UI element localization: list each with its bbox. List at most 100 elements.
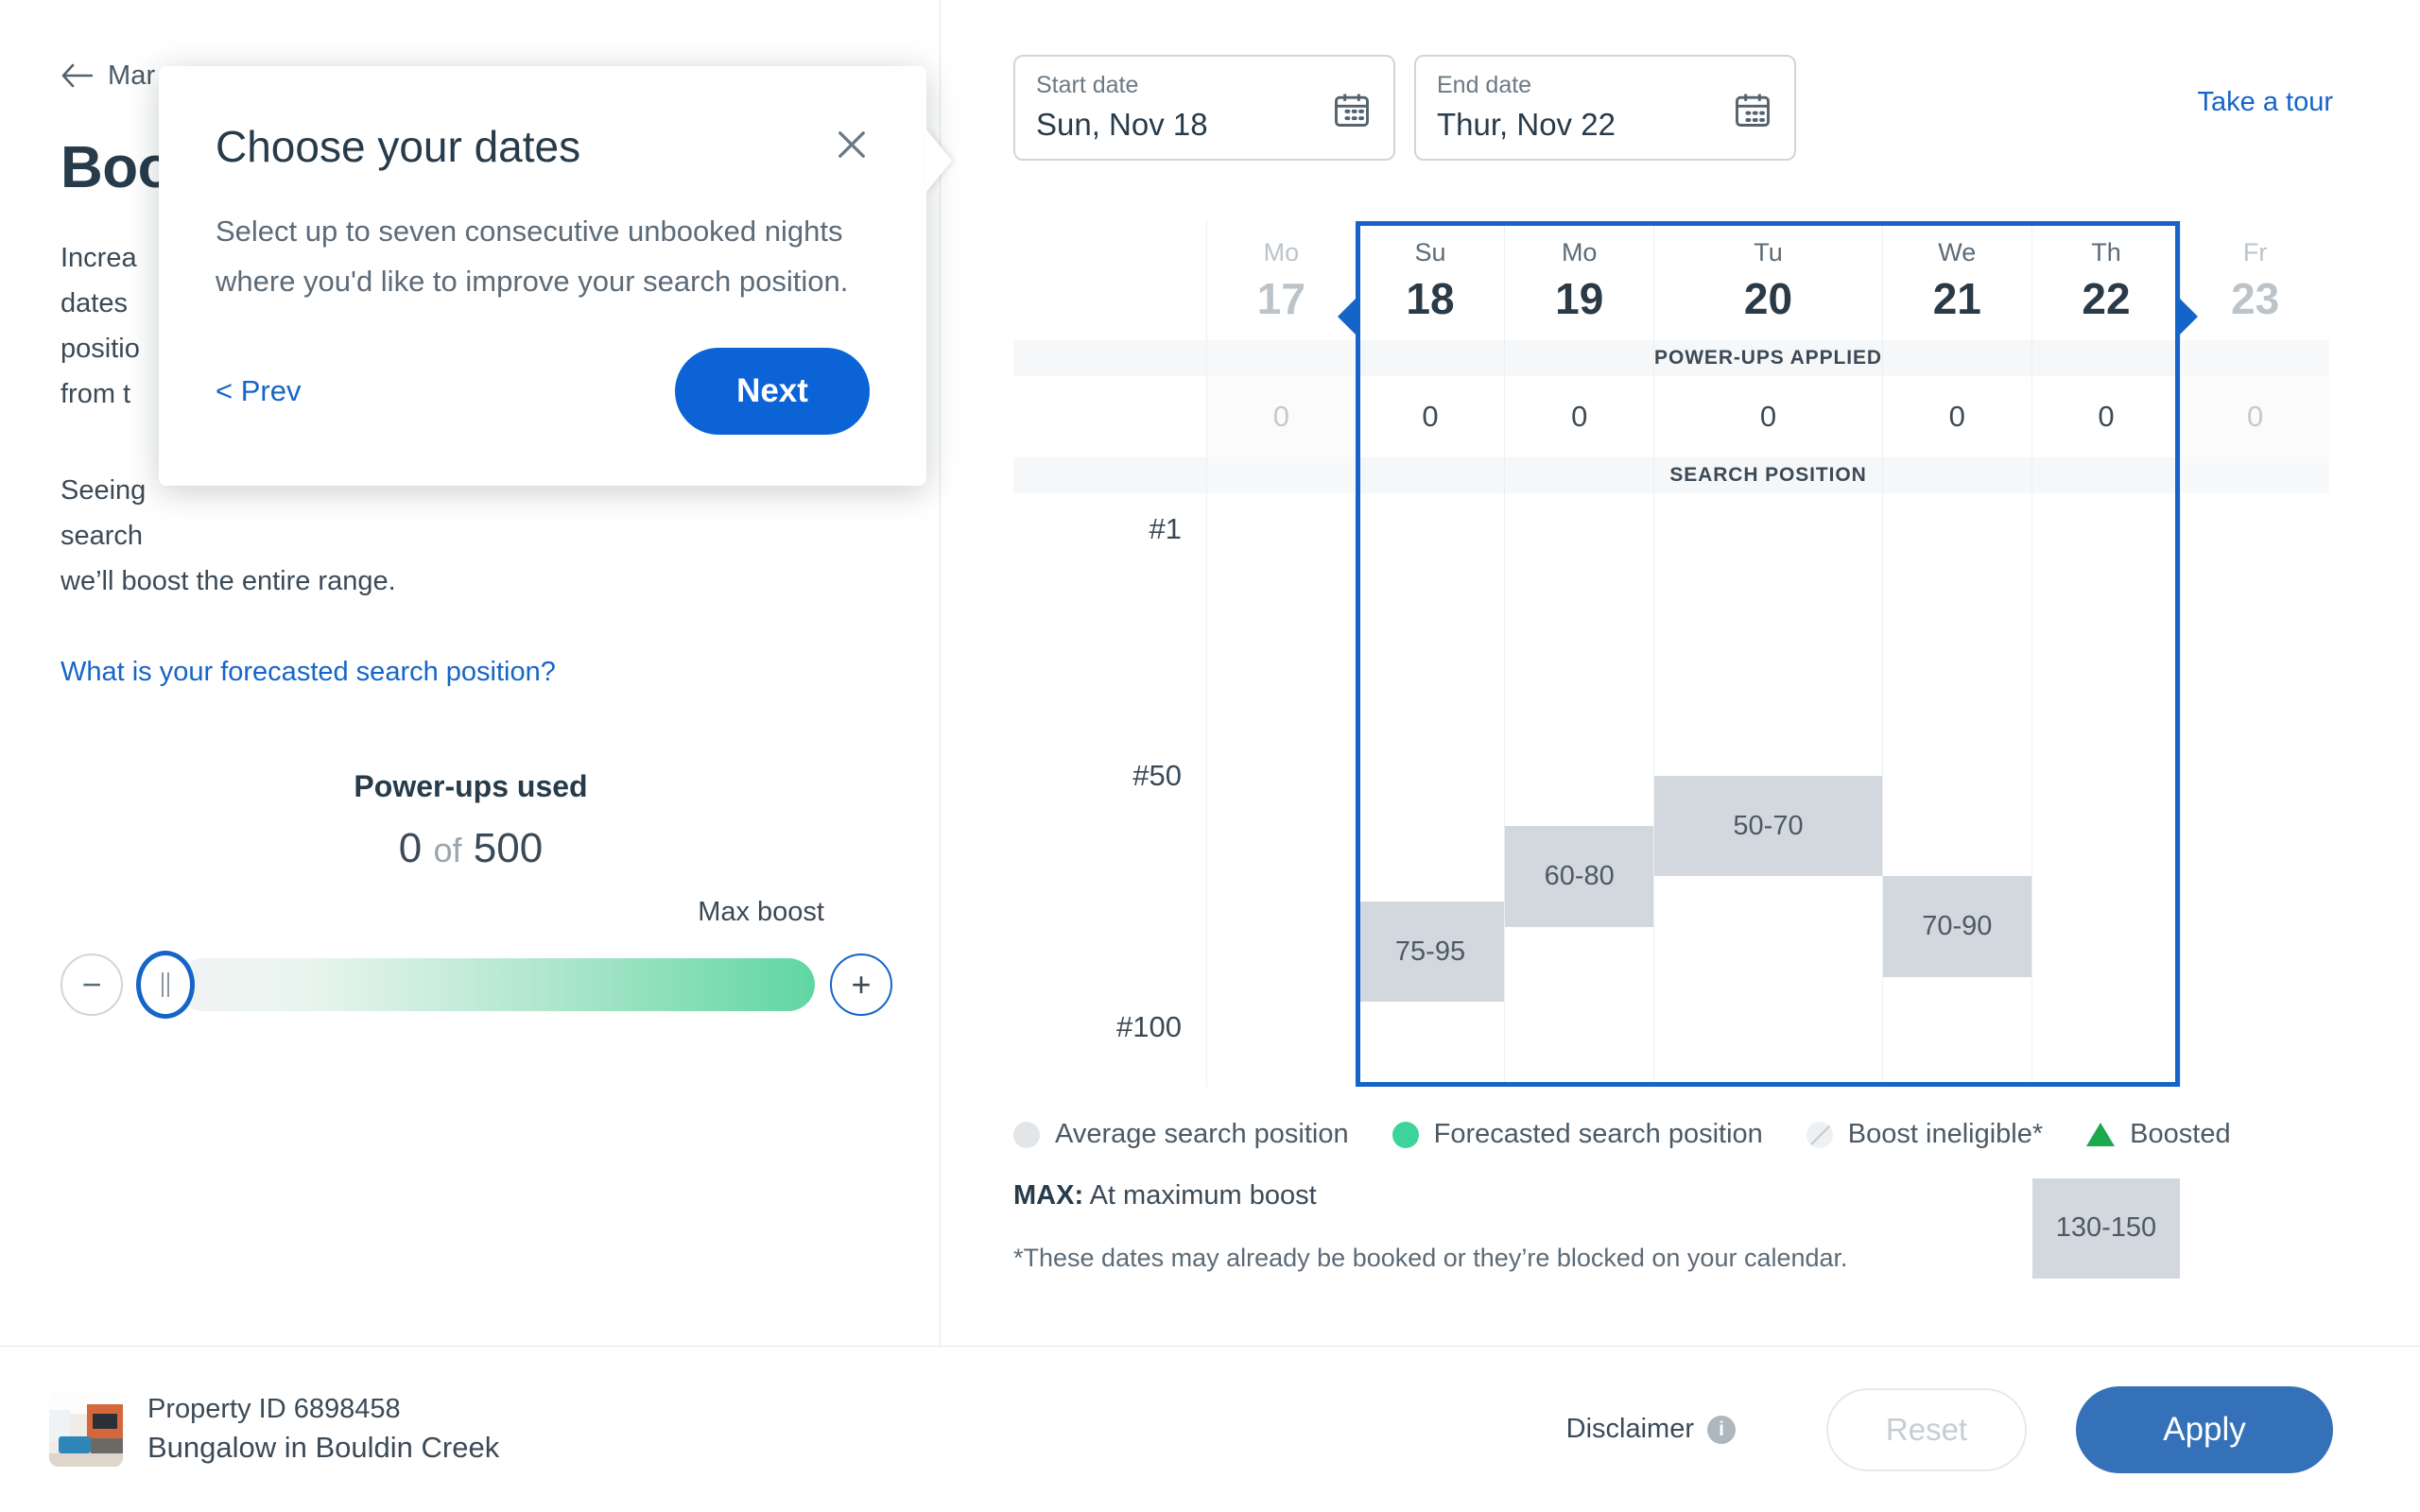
day-header[interactable]: Fr 23 <box>2181 221 2329 340</box>
day-header[interactable]: Mo 19 <box>1505 221 1654 340</box>
start-date-value: Sun, Nov 18 <box>1036 107 1208 142</box>
forecast-range-bar: 130-150 <box>2031 1177 2181 1280</box>
day-header[interactable]: Th 22 <box>2031 221 2181 340</box>
day-of-week-label: We <box>1938 237 1977 266</box>
forecasted-position-link[interactable]: What is your forecasted search position? <box>60 657 879 688</box>
search-position-band <box>1882 457 2031 493</box>
range-end-handle-icon[interactable] <box>2180 299 2199 335</box>
legend-item: Average search position <box>1013 1119 1349 1150</box>
disclaimer-label: Disclaimer <box>1565 1414 1694 1444</box>
day-of-week-label: Fr <box>2242 237 2268 266</box>
calendar-day-column[interactable]: Su 18 0 75-95 <box>1355 221 1505 1087</box>
search-position-band-label: SEARCH POSITION <box>1669 464 1867 486</box>
boost-slider[interactable]: − + <box>60 943 892 1026</box>
search-position-band <box>2181 457 2329 493</box>
day-number-label: 21 <box>1932 273 1981 323</box>
property-name: Bungalow in Bouldin Creek <box>147 1431 500 1464</box>
property-id: Property ID 6898458 <box>147 1394 401 1424</box>
calendar-end-icon[interactable] <box>1732 89 1773 135</box>
day-number-label: 18 <box>1406 273 1455 323</box>
powerups-value: 0 <box>1571 400 1588 433</box>
day-of-week-label: Su <box>1414 237 1446 266</box>
calendar-day-column[interactable]: Fr 23 0 <box>2180 221 2329 1087</box>
powerups-band <box>1882 340 2031 376</box>
range-start-handle-icon[interactable] <box>1337 299 1356 335</box>
y-axis-labels: #1 #50 #100 <box>1013 493 1206 1087</box>
calendar-start-icon[interactable] <box>1331 89 1373 135</box>
search-position-band <box>2031 457 2181 493</box>
powerups-value: 0 <box>1759 400 1777 433</box>
day-header[interactable]: Tu 20 <box>1654 221 1882 340</box>
powerups-value: 0 <box>2181 376 2329 457</box>
popup-pointer-icon <box>925 129 952 193</box>
end-date-field[interactable]: End date Thur, Nov 22 <box>1414 55 1796 161</box>
y-axis-column: #1 #50 #100 <box>1013 221 1206 1087</box>
y-axis-tick-label: #50 <box>1132 758 1182 792</box>
close-icon[interactable] <box>832 125 872 164</box>
day-plot-area[interactable] <box>1207 493 1356 1087</box>
day-plot-area[interactable]: 70-90 <box>1882 493 2031 1087</box>
day-number-label: 19 <box>1555 273 1604 323</box>
take-a-tour-link[interactable]: Take a tour <box>2198 87 2333 118</box>
powerups-value: 0 <box>1207 376 1356 457</box>
search-position-band <box>1207 457 1356 493</box>
powerups-value: 0 <box>1422 400 1439 433</box>
day-plot-area[interactable]: 130-150 <box>2031 493 2181 1280</box>
search-position-band <box>1505 457 1654 493</box>
powerups-band <box>1207 340 1356 376</box>
powerups-used: 0 <box>398 825 423 871</box>
day-of-week-label: Mo <box>1263 237 1300 266</box>
slider-track-holder[interactable] <box>136 951 815 1019</box>
slider-thumb-grip-icon <box>162 972 164 997</box>
reset-button[interactable]: Reset <box>1826 1387 2027 1471</box>
powerups-count: 0 of 500 <box>60 825 881 872</box>
slider-track[interactable] <box>178 958 815 1011</box>
tour-popup-actions: < Prev Next <box>216 348 870 435</box>
day-header[interactable]: We 21 <box>1882 221 2031 340</box>
grey-dot-icon <box>1013 1121 1040 1148</box>
tour-popup-title: Choose your dates <box>216 122 581 171</box>
legend-item: Forecasted search position <box>1392 1119 1763 1150</box>
tour-popup: Choose your dates Select up to seven con… <box>159 66 952 486</box>
green-triangle-icon <box>2086 1123 2116 1146</box>
powerups-value: 0 <box>2098 400 2115 433</box>
green-dot-icon <box>1392 1121 1419 1148</box>
max-text: At maximum boost <box>1089 1180 1317 1211</box>
day-header[interactable]: Mo 17 <box>1207 221 1356 340</box>
minus-icon: − <box>81 965 102 1004</box>
search-position-chart: #1 #50 #100 Mo 17 0 Su 18 0 75-95 Mo 19 0 60-80 Tu 20 P… <box>1013 221 2329 1280</box>
calendar-day-column[interactable]: Mo 17 0 <box>1206 221 1356 1087</box>
legend-label: Average search position <box>1055 1119 1349 1149</box>
decrement-button[interactable]: − <box>60 954 123 1016</box>
y-axis-tick-label: #100 <box>1116 1010 1182 1043</box>
footer-bar: Property ID 6898458 Bungalow in Bouldin … <box>0 1346 2420 1512</box>
max-key: MAX: <box>1013 1180 1084 1211</box>
day-header[interactable]: Su 18 <box>1356 221 1505 340</box>
day-plot-area[interactable]: 50-70 <box>1654 493 1882 1087</box>
disclaimer[interactable]: Disclaimer i <box>1566 1414 1736 1445</box>
day-plot-area[interactable] <box>2181 493 2329 1087</box>
calendar-day-column[interactable]: Th 22 0 130-150 <box>2031 221 2181 1280</box>
start-date-field[interactable]: Start date Sun, Nov 18 <box>1013 55 1395 161</box>
date-range-controls: Start date Sun, Nov 18 End date Thur, No… <box>1013 55 2333 161</box>
day-plot-area[interactable]: 60-80 <box>1505 493 1654 1087</box>
search-position-band: SEARCH POSITION <box>1654 457 1882 493</box>
apply-button[interactable]: Apply <box>2076 1385 2333 1473</box>
calendar-day-column[interactable]: Mo 19 0 60-80 <box>1504 221 1654 1087</box>
increment-button[interactable]: + <box>830 954 892 1016</box>
calendar-day-column[interactable]: Tu 20 POWER-UPS APPLIED 0 SEARCH POSITION 50-… <box>1653 221 1882 1087</box>
day-plot-area[interactable]: 75-95 <box>1356 493 1505 1087</box>
powerups-band-label: POWER-UPS APPLIED <box>1654 347 1882 369</box>
legend-label: Forecasted search position <box>1433 1119 1763 1149</box>
info-icon[interactable]: i <box>1707 1415 1736 1444</box>
powerups-band <box>1505 340 1654 376</box>
arrow-left-icon <box>60 63 93 88</box>
next-button[interactable]: Next <box>675 348 870 435</box>
max-boost-label: Max boost <box>698 897 824 927</box>
legend-label: Boost ineligible* <box>1847 1119 2044 1149</box>
slider-thumb[interactable] <box>136 951 195 1019</box>
search-position-band <box>1356 457 1505 493</box>
slider-thumb-grip-icon <box>167 972 169 997</box>
prev-button[interactable]: < Prev <box>216 374 301 408</box>
calendar-day-column[interactable]: We 21 0 70-90 <box>1881 221 2031 1087</box>
